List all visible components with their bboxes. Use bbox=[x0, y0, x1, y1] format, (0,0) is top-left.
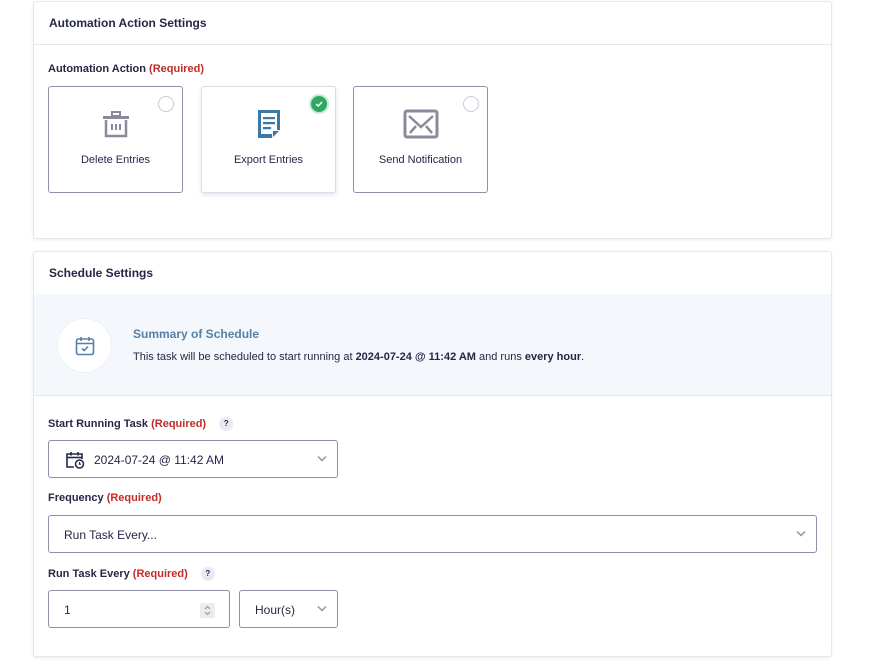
interval-unit-value: Hour(s) bbox=[255, 603, 296, 617]
summary-title: Summary of Schedule bbox=[133, 327, 260, 341]
label-text: Automation Action bbox=[48, 63, 146, 75]
label-text: Frequency bbox=[48, 492, 104, 504]
summary-text: and runs bbox=[475, 351, 525, 363]
required-marker: (Required) bbox=[132, 567, 188, 580]
option-send-notification[interactable]: Send Notification bbox=[353, 86, 488, 193]
frequency-select[interactable]: Run Task Every... bbox=[48, 515, 817, 553]
chevron-down-icon bbox=[317, 456, 327, 462]
up-down-arrows-icon bbox=[204, 605, 211, 616]
chevron-down-icon bbox=[317, 606, 327, 612]
interval-number-value: 1 bbox=[64, 603, 71, 617]
required-marker: (Required) bbox=[151, 417, 207, 430]
start-datetime-value: 2024-07-24 @ 11:42 AM bbox=[94, 453, 225, 467]
interval-unit-select[interactable]: Hour(s) bbox=[239, 590, 338, 628]
calendar-check-icon bbox=[75, 337, 95, 356]
radio-unchecked[interactable] bbox=[158, 96, 174, 112]
summary-description: This task will be scheduled to start run… bbox=[133, 351, 584, 363]
radio-checked[interactable] bbox=[311, 96, 327, 112]
required-marker: (Required) bbox=[106, 492, 162, 504]
envelope-icon bbox=[403, 109, 438, 139]
summary-frequency: every hour bbox=[524, 351, 582, 363]
help-icon[interactable]: ? bbox=[200, 567, 215, 581]
chevron-down-icon bbox=[796, 531, 806, 537]
frequency-value: Run Task Every... bbox=[64, 528, 157, 542]
frequency-label: Frequency (Required) bbox=[48, 492, 162, 504]
summary-icon-circle bbox=[57, 318, 112, 373]
automation-action-label: Automation Action (Required) bbox=[48, 63, 204, 75]
help-icon[interactable]: ? bbox=[219, 417, 234, 431]
trash-icon bbox=[102, 111, 129, 138]
summary-text: . bbox=[581, 351, 585, 363]
start-running-task-label: Start Running Task (Required) ? bbox=[48, 417, 234, 431]
option-delete-entries[interactable]: Delete Entries bbox=[48, 86, 183, 193]
radio-unchecked[interactable] bbox=[463, 96, 479, 112]
summary-text: This task will be scheduled to start run… bbox=[133, 351, 356, 363]
automation-action-settings-card: Automation Action Settings Automation Ac… bbox=[33, 1, 832, 239]
number-spinner[interactable] bbox=[200, 603, 215, 618]
option-label: Send Notification bbox=[378, 154, 463, 166]
schedule-settings-card: Schedule Settings Summary of Schedule Th… bbox=[33, 251, 832, 657]
option-label: Export Entries bbox=[233, 154, 304, 166]
start-datetime-select[interactable]: 2024-07-24 @ 11:42 AM bbox=[48, 440, 338, 478]
interval-number-input[interactable]: 1 bbox=[48, 590, 230, 628]
option-label: Delete Entries bbox=[80, 154, 151, 166]
option-export-entries[interactable]: Export Entries bbox=[201, 86, 336, 193]
checkmark-icon bbox=[315, 101, 323, 108]
card-title: Automation Action Settings bbox=[34, 2, 831, 45]
label-text: Start Running Task bbox=[48, 417, 149, 430]
required-marker: (Required) bbox=[149, 63, 205, 75]
document-icon bbox=[257, 110, 280, 138]
card-title: Schedule Settings bbox=[34, 252, 831, 295]
run-task-every-label: Run Task Every (Required) ? bbox=[48, 567, 215, 581]
summary-start-time: 2024-07-24 @ 11:42 AM bbox=[355, 351, 476, 363]
schedule-summary: Summary of Schedule This task will be sc… bbox=[34, 294, 831, 396]
calendar-clock-icon bbox=[66, 452, 85, 469]
label-text: Run Task Every bbox=[48, 567, 130, 580]
